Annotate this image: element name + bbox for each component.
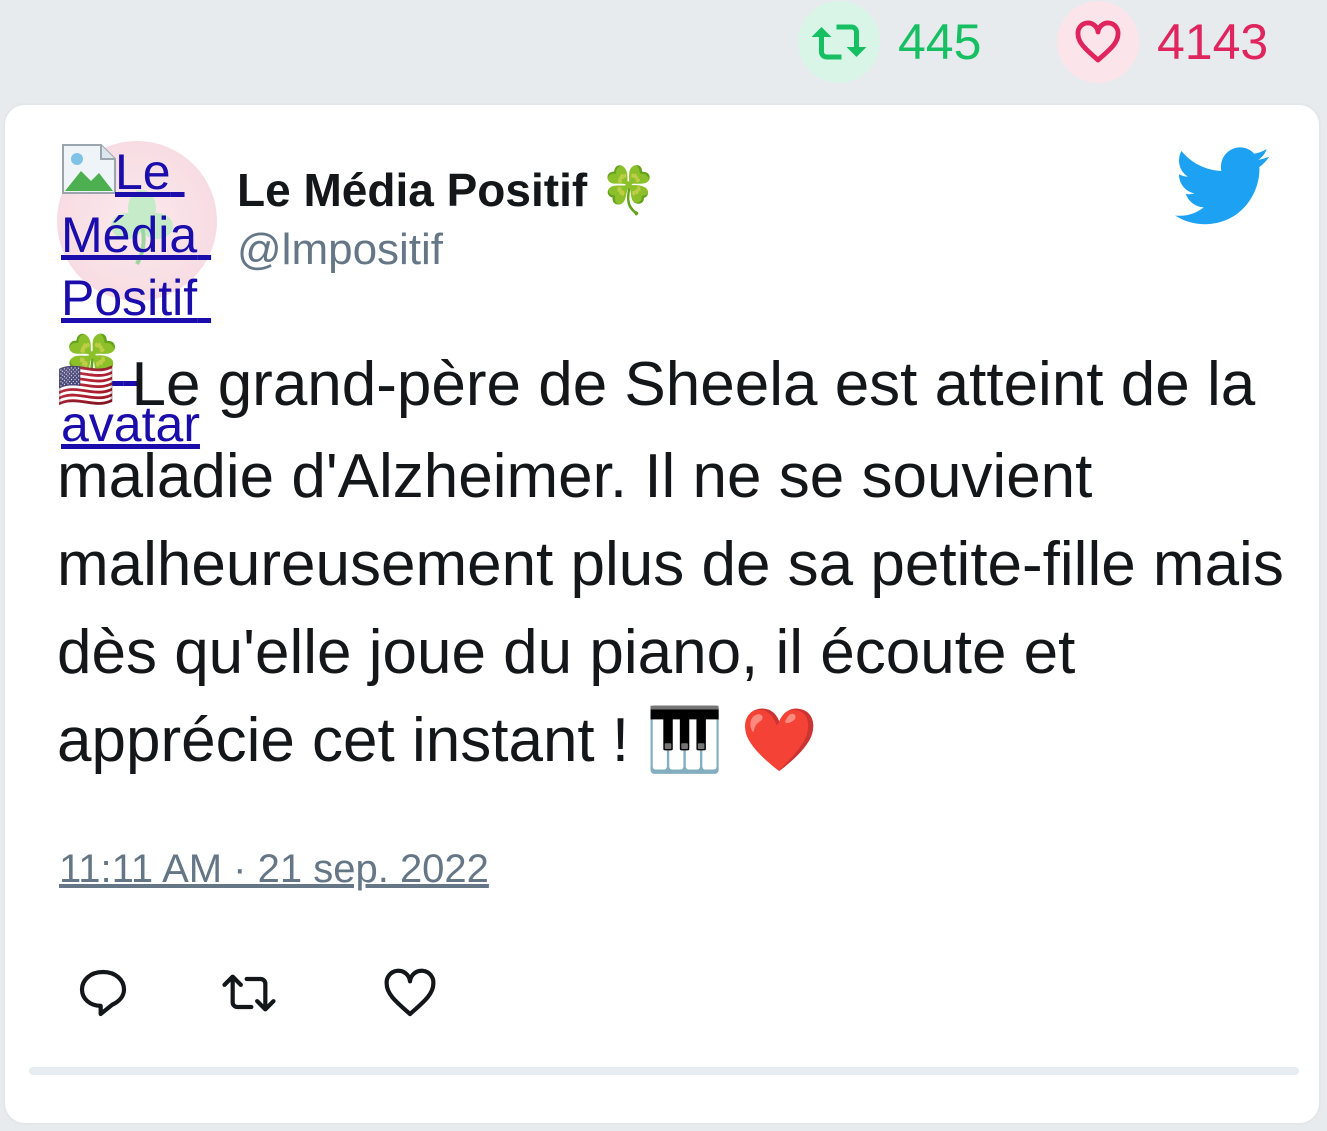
tweet-stats-bar: 445 4143 — [0, 0, 1327, 100]
tweet-body: Le grand-père de Sheela est atteint de l… — [57, 350, 1302, 775]
us-flag-emoji: 🇺🇸 — [57, 359, 115, 411]
reply-icon[interactable] — [75, 965, 131, 1021]
author-name[interactable]: Le Média Positif 🍀 — [237, 163, 657, 218]
tweet-timestamp[interactable]: 11:11 AM · 21 sep. 2022 — [59, 847, 489, 892]
retweet-icon[interactable] — [798, 1, 880, 83]
like-count: 4143 — [1157, 14, 1269, 70]
twitter-bird-icon[interactable] — [1175, 147, 1271, 227]
divider — [29, 1067, 1299, 1075]
like-stat[interactable]: 4143 — [1057, 0, 1268, 84]
heart-icon[interactable] — [382, 965, 438, 1021]
retweet-stat[interactable]: 445 — [798, 0, 981, 84]
heart-icon[interactable] — [1057, 1, 1139, 83]
author-handle[interactable]: @lmpositif — [237, 225, 443, 275]
tweet-text: 🇺🇸 Le grand-père de Sheela est atteint d… — [57, 341, 1297, 785]
avatar[interactable]: Le Média Positif 🍀 avatar — [57, 141, 222, 452]
tweet-card: Le Média Positif 🍀 avatar Le Média Posit… — [3, 103, 1321, 1125]
retweet-icon[interactable] — [221, 965, 277, 1021]
retweet-count: 445 — [898, 14, 982, 70]
